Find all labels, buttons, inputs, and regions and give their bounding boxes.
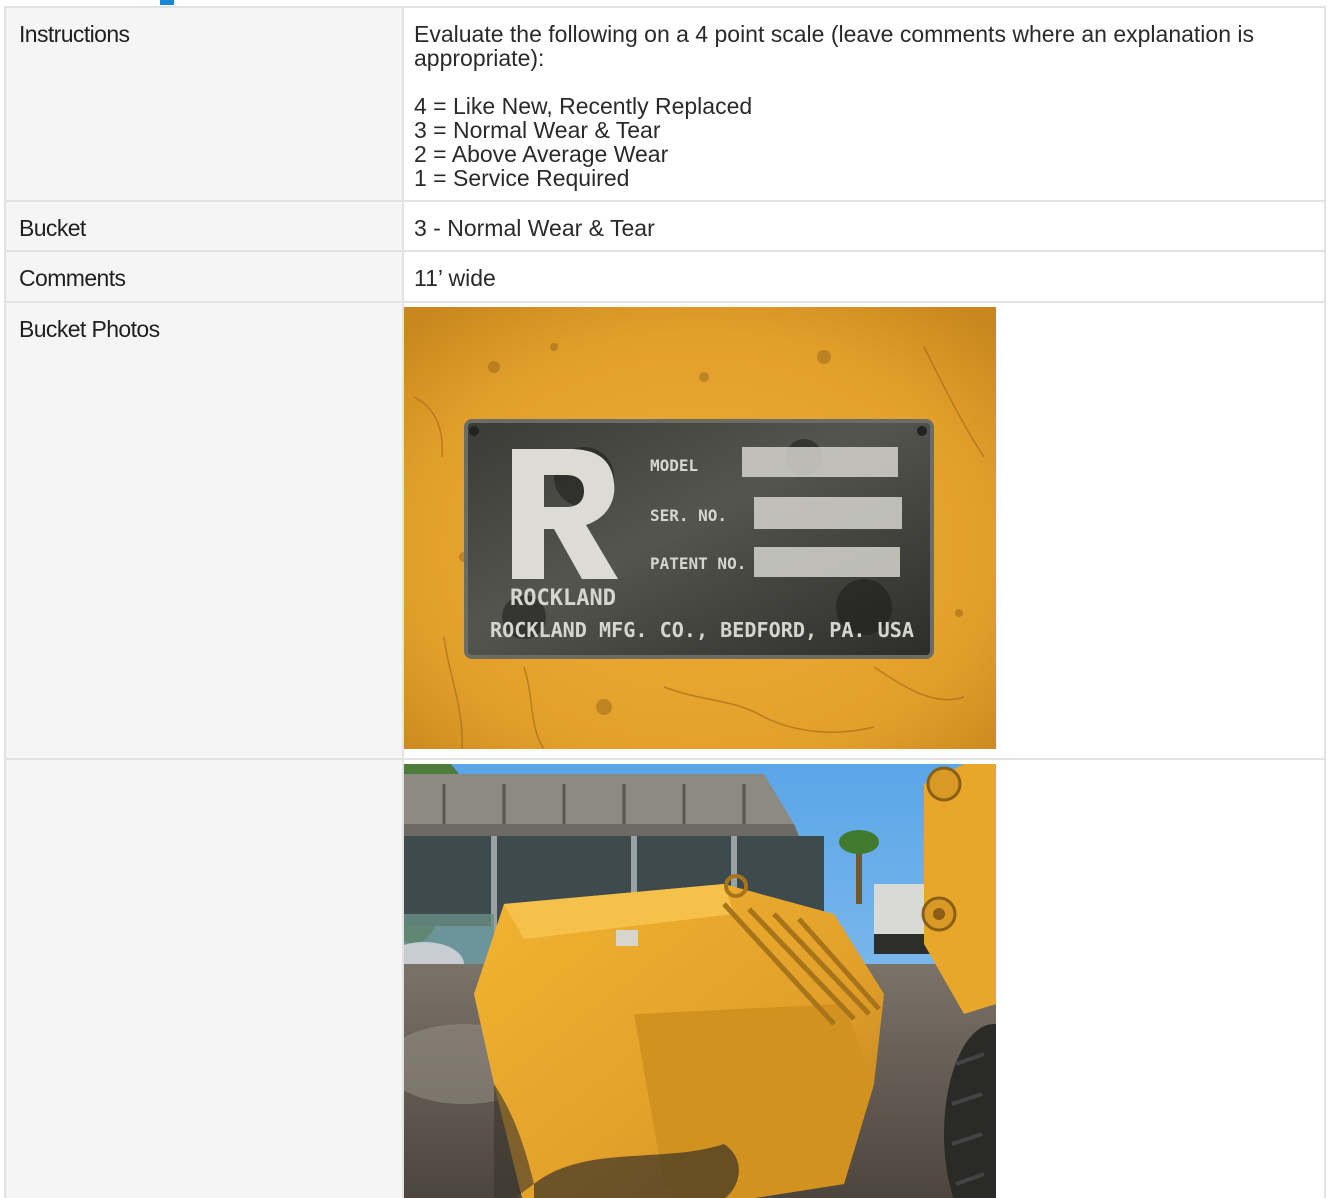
value-cell <box>402 758 1326 1198</box>
table-row-bucket-photos-2 <box>4 758 1326 1198</box>
label-cell: Bucket <box>4 200 404 252</box>
value-cell: 3 - Normal Wear & Tear <box>402 200 1326 252</box>
bucket-rating-value: 3 - Normal Wear & Tear <box>414 215 655 241</box>
bucket-photos-label: Bucket Photos <box>19 316 160 342</box>
loader-bucket-photo[interactable] <box>404 764 996 1198</box>
instructions-label: Instructions <box>19 21 130 47</box>
comments-value: 11’ wide <box>414 265 496 291</box>
scale-item: 4 = Like New, Recently Replaced <box>414 93 753 120</box>
plate-brand: ROCKLAND <box>510 586 616 611</box>
inspection-report-page: Instructions Evaluate the following on a… <box>0 0 1329 1198</box>
table-row-bucket: Bucket 3 - Normal Wear & Tear <box>4 200 1326 252</box>
table-row-bucket-photos: Bucket Photos MODEL SER. NO. PATENT NO. … <box>4 301 1326 760</box>
rating-scale-list: 4 = Like New, Recently Replaced 3 = Norm… <box>414 94 1304 190</box>
scale-item: 2 = Above Average Wear <box>414 141 669 168</box>
scale-item: 1 = Service Required <box>414 165 630 192</box>
section-heading-fragment <box>160 0 174 5</box>
nameplate-photo[interactable]: MODEL SER. NO. PATENT NO. ROCKLAND ROCKL… <box>404 307 996 754</box>
bucket-label: Bucket <box>19 215 86 241</box>
plate-maker-line: ROCKLAND MFG. CO., BEDFORD, PA. USA <box>490 618 914 642</box>
value-cell: Evaluate the following on a 4 point scal… <box>402 6 1326 202</box>
value-cell: 11’ wide <box>402 250 1326 303</box>
label-cell: Bucket Photos <box>4 301 404 760</box>
comments-label: Comments <box>19 265 126 291</box>
table-row-instructions: Instructions Evaluate the following on a… <box>4 6 1326 202</box>
plate-model-label: MODEL <box>650 456 698 475</box>
scale-item: 3 = Normal Wear & Tear <box>414 117 661 144</box>
instructions-text: Evaluate the following on a 4 point scal… <box>404 8 1324 190</box>
plate-serial-label: SER. NO. <box>650 506 727 525</box>
label-cell: Instructions <box>4 6 404 202</box>
inspection-table: Instructions Evaluate the following on a… <box>4 6 1326 1198</box>
instructions-intro: Evaluate the following on a 4 point scal… <box>414 21 1254 72</box>
table-row-comments: Comments 11’ wide <box>4 250 1326 303</box>
label-cell <box>4 758 404 1198</box>
value-cell: MODEL SER. NO. PATENT NO. ROCKLAND ROCKL… <box>402 301 1326 760</box>
plate-patent-label: PATENT NO. <box>650 554 746 573</box>
label-cell: Comments <box>4 250 404 303</box>
